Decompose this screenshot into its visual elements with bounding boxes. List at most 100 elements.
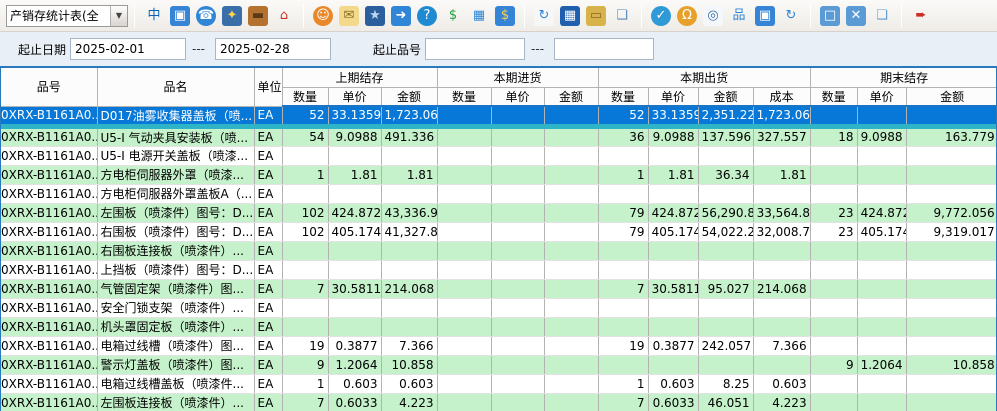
col-header-item-no[interactable]: 品号 <box>1 68 97 106</box>
value-cell[interactable] <box>648 184 698 203</box>
value-cell[interactable] <box>282 298 328 317</box>
value-cell[interactable]: 33.1359 <box>328 106 381 126</box>
item-name-cell[interactable]: D017油雾收集器盖板（喷... <box>97 106 254 126</box>
exit-icon[interactable]: ➨ <box>911 6 931 26</box>
value-cell[interactable]: 9 <box>282 355 328 374</box>
col-header-end-amount[interactable]: 金额 <box>906 87 997 106</box>
item-no-cell[interactable]: 0XRX-B1161A0... <box>1 165 97 184</box>
value-cell[interactable] <box>328 146 381 165</box>
value-cell[interactable]: 1.2064 <box>328 355 381 374</box>
value-cell[interactable] <box>544 203 598 222</box>
col-header-prev-amount[interactable]: 金额 <box>381 87 437 106</box>
value-cell[interactable] <box>810 336 857 355</box>
report-type-combobox[interactable]: 产销存统计表(全 ▼ <box>6 5 128 27</box>
item-name-cell[interactable]: 方电柜伺服器外罩盖板A（... <box>97 184 254 203</box>
home-icon[interactable]: ⌂ <box>274 6 294 26</box>
value-cell[interactable]: 405.1746 <box>648 222 698 241</box>
value-cell[interactable] <box>491 317 544 336</box>
value-cell[interactable] <box>598 241 648 260</box>
item-name-cell[interactable]: 上挡板（喷漆件）图号：D... <box>97 260 254 279</box>
table-row[interactable]: 0XRX-B1161A0...左围板连接板（喷漆件）...EA70.60334.… <box>1 393 997 411</box>
value-cell[interactable] <box>598 184 648 203</box>
value-cell[interactable] <box>544 374 598 393</box>
value-cell[interactable] <box>857 279 906 298</box>
value-cell[interactable] <box>810 106 857 126</box>
value-cell[interactable]: 0.3877 <box>328 336 381 355</box>
value-cell[interactable]: 23 <box>810 222 857 241</box>
value-cell[interactable] <box>328 317 381 336</box>
unit-cell[interactable]: EA <box>254 336 282 355</box>
value-cell[interactable] <box>810 298 857 317</box>
value-cell[interactable] <box>437 393 491 411</box>
box-icon[interactable]: ▭ <box>586 6 606 26</box>
table-row[interactable]: 0XRX-B1161A0...右围板（喷漆件）图号：D...EA102405.1… <box>1 222 997 241</box>
unit-cell[interactable]: EA <box>254 241 282 260</box>
col-header-end-price[interactable]: 单价 <box>857 87 906 106</box>
value-cell[interactable]: 9.0988 <box>857 126 906 146</box>
value-cell[interactable]: 52 <box>598 106 648 126</box>
value-cell[interactable] <box>544 146 598 165</box>
col-header-purchase-price[interactable]: 单价 <box>491 87 544 106</box>
value-cell[interactable] <box>282 146 328 165</box>
value-cell[interactable]: 7.366 <box>381 336 437 355</box>
value-cell[interactable] <box>544 165 598 184</box>
value-cell[interactable]: 1 <box>598 374 648 393</box>
value-cell[interactable] <box>381 298 437 317</box>
value-cell[interactable] <box>381 317 437 336</box>
value-cell[interactable]: 79 <box>598 222 648 241</box>
value-cell[interactable] <box>857 374 906 393</box>
value-cell[interactable]: 0.603 <box>381 374 437 393</box>
value-cell[interactable] <box>282 317 328 336</box>
value-cell[interactable] <box>810 165 857 184</box>
value-cell[interactable]: 214.068 <box>381 279 437 298</box>
item-no-cell[interactable]: 0XRX-B1161A0... <box>1 298 97 317</box>
value-cell[interactable]: 33,564.89 <box>753 203 810 222</box>
value-cell[interactable]: 9,772.056 <box>906 203 997 222</box>
table-row[interactable]: 0XRX-B1161A0...U5-I 电源开关盖板（喷漆...EA <box>1 146 997 165</box>
help-icon[interactable]: ? <box>417 6 437 26</box>
notebook-icon[interactable]: ★ <box>365 6 385 26</box>
value-cell[interactable]: 405.1746 <box>328 222 381 241</box>
key-icon[interactable]: ➜ <box>391 6 411 26</box>
table-row[interactable]: 0XRX-B1161A0...安全门锁支架（喷漆件）...EA <box>1 298 997 317</box>
col-header-ship-amount[interactable]: 金额 <box>698 87 753 106</box>
value-cell[interactable] <box>491 241 544 260</box>
value-cell[interactable] <box>491 203 544 222</box>
item-no-cell[interactable]: 0XRX-B1161A0... <box>1 184 97 203</box>
value-cell[interactable] <box>491 260 544 279</box>
table-row[interactable]: 0XRX-B1161A0...方电柜伺服器外罩盖板A（...EA <box>1 184 997 203</box>
value-cell[interactable] <box>491 222 544 241</box>
value-cell[interactable] <box>648 298 698 317</box>
mail-icon[interactable]: ✉ <box>339 6 359 26</box>
value-cell[interactable]: 0.3877 <box>648 336 698 355</box>
table-row[interactable]: 0XRX-B1161A0...左围板（喷漆件）图号：D...EA102424.8… <box>1 203 997 222</box>
chevron-down-icon[interactable]: ▼ <box>110 6 127 26</box>
item-no-cell[interactable]: 0XRX-B1161A0... <box>1 279 97 298</box>
value-cell[interactable] <box>753 260 810 279</box>
value-cell[interactable]: 43,336.946 <box>381 203 437 222</box>
value-cell[interactable] <box>491 279 544 298</box>
col-header-prev-price[interactable]: 单价 <box>328 87 381 106</box>
value-cell[interactable] <box>857 260 906 279</box>
col-header-purchase-amount[interactable]: 金额 <box>544 87 598 106</box>
date-to-input[interactable] <box>215 38 331 60</box>
value-cell[interactable]: 137.596 <box>698 126 753 146</box>
value-cell[interactable] <box>544 336 598 355</box>
value-cell[interactable] <box>857 146 906 165</box>
value-cell[interactable] <box>491 374 544 393</box>
value-cell[interactable]: 491.336 <box>381 126 437 146</box>
value-cell[interactable] <box>544 106 598 126</box>
value-cell[interactable] <box>328 260 381 279</box>
value-cell[interactable] <box>381 146 437 165</box>
value-cell[interactable] <box>906 260 997 279</box>
table-row[interactable]: 0XRX-B1161A0...上挡板（喷漆件）图号：D...EA <box>1 260 997 279</box>
value-cell[interactable] <box>328 241 381 260</box>
col-header-ship-qty[interactable]: 数量 <box>598 87 648 106</box>
unit-cell[interactable]: EA <box>254 165 282 184</box>
value-cell[interactable] <box>381 184 437 203</box>
value-cell[interactable] <box>906 317 997 336</box>
value-cell[interactable] <box>857 241 906 260</box>
value-cell[interactable] <box>648 146 698 165</box>
item-name-cell[interactable]: 左围板连接板（喷漆件）... <box>97 393 254 411</box>
value-cell[interactable]: 1 <box>282 165 328 184</box>
